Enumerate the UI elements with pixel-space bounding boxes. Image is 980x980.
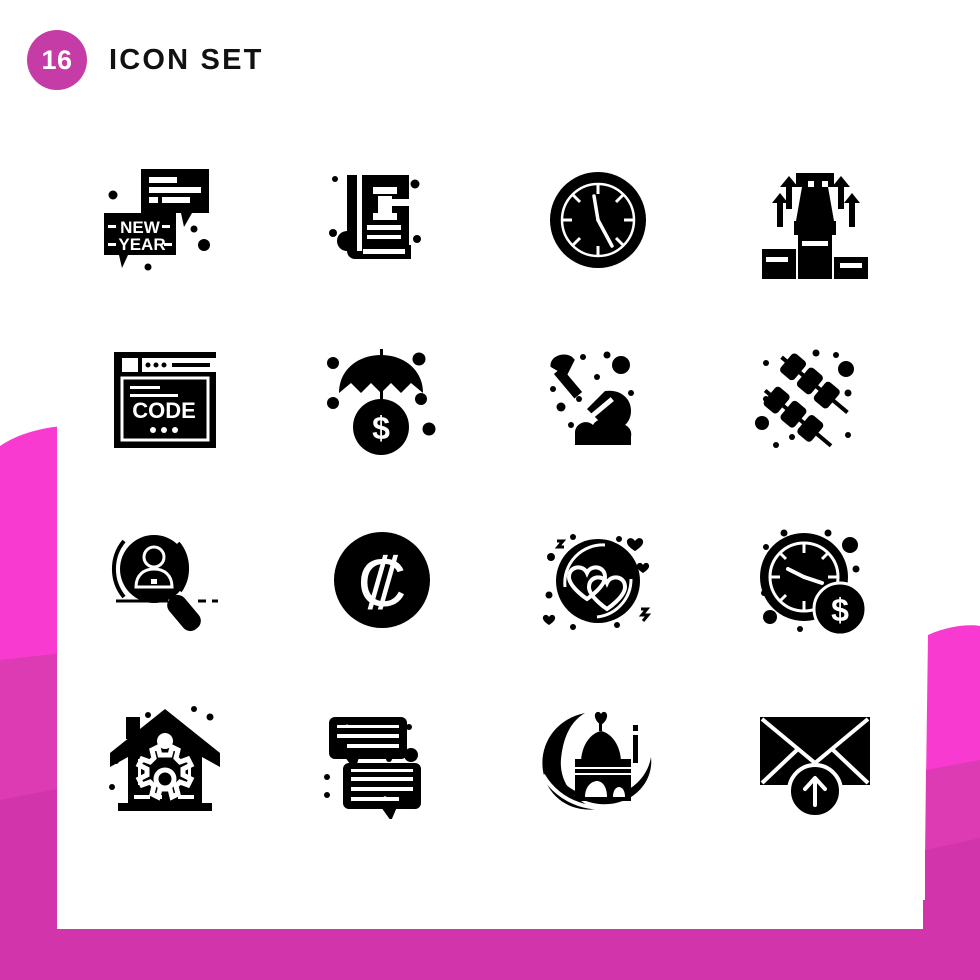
send-email-icon [759,717,870,819]
hearts-coin-icon [543,534,652,630]
search-person-icon [112,535,219,632]
icon-cell-12[interactable]: $ [707,490,924,670]
icon-cell-4[interactable] [707,130,924,310]
icon-cell-14[interactable] [274,670,491,850]
icon-cell-3[interactable] [490,130,707,310]
icon-grid: NEW YEAR CODE $ ₡ $ [57,130,923,850]
icon-cell-16[interactable] [707,670,924,850]
pink-shape-right-bright [926,625,980,782]
mosque-crescent-icon [541,711,652,810]
clock-dollar-icon: $ [759,529,868,637]
icon-cell-2[interactable] [274,130,491,310]
icon-count-value: 16 [41,44,73,75]
poster-header: 16 Icon Set [27,30,264,90]
new-year-chat-icon: NEW YEAR [104,169,211,271]
clock-dollar-sign: $ [831,592,849,628]
icon-cell-11[interactable] [490,490,707,670]
chat-conversation-icon [323,717,421,819]
page-title: Icon Set [109,43,264,76]
icon-count-badge: 16 [27,30,87,90]
colon-currency-symbol: ₡ [357,545,406,621]
wall-clock-icon [550,172,647,268]
pink-shape-right-mid [925,760,980,862]
icon-cell-15[interactable] [490,670,707,850]
icon-cell-10[interactable]: ₡ [274,490,491,670]
law-book-gavel-icon [328,175,424,259]
icon-set-poster: 16 Icon Set NEW YEAR [0,0,980,980]
kebab-skewers-icon [754,349,854,448]
pink-shape-right-deep [925,838,980,930]
new-year-line-2: YEAR [119,235,166,254]
code-browser-icon: CODE [114,352,217,448]
dollar-sign-text: $ [372,410,390,446]
icon-cell-1[interactable]: NEW YEAR [57,130,274,310]
umbrella-dollar-icon: $ [326,349,436,455]
icon-cell-7[interactable] [490,310,707,490]
pink-shape-bottom-band [0,929,980,980]
icon-cell-13[interactable] [57,670,274,850]
icon-cell-9[interactable] [57,490,274,670]
colon-currency-coin-icon: ₡ [333,532,430,628]
icon-cell-6[interactable]: $ [274,310,491,490]
icon-cell-8[interactable] [707,310,924,490]
smart-home-gear-icon [109,706,221,811]
code-text: CODE [132,398,196,423]
chess-rook-podium-icon [761,173,868,279]
icon-cell-5[interactable]: CODE [57,310,274,490]
pink-shape-right-edge [922,900,980,940]
shovel-sand-icon [550,351,635,445]
